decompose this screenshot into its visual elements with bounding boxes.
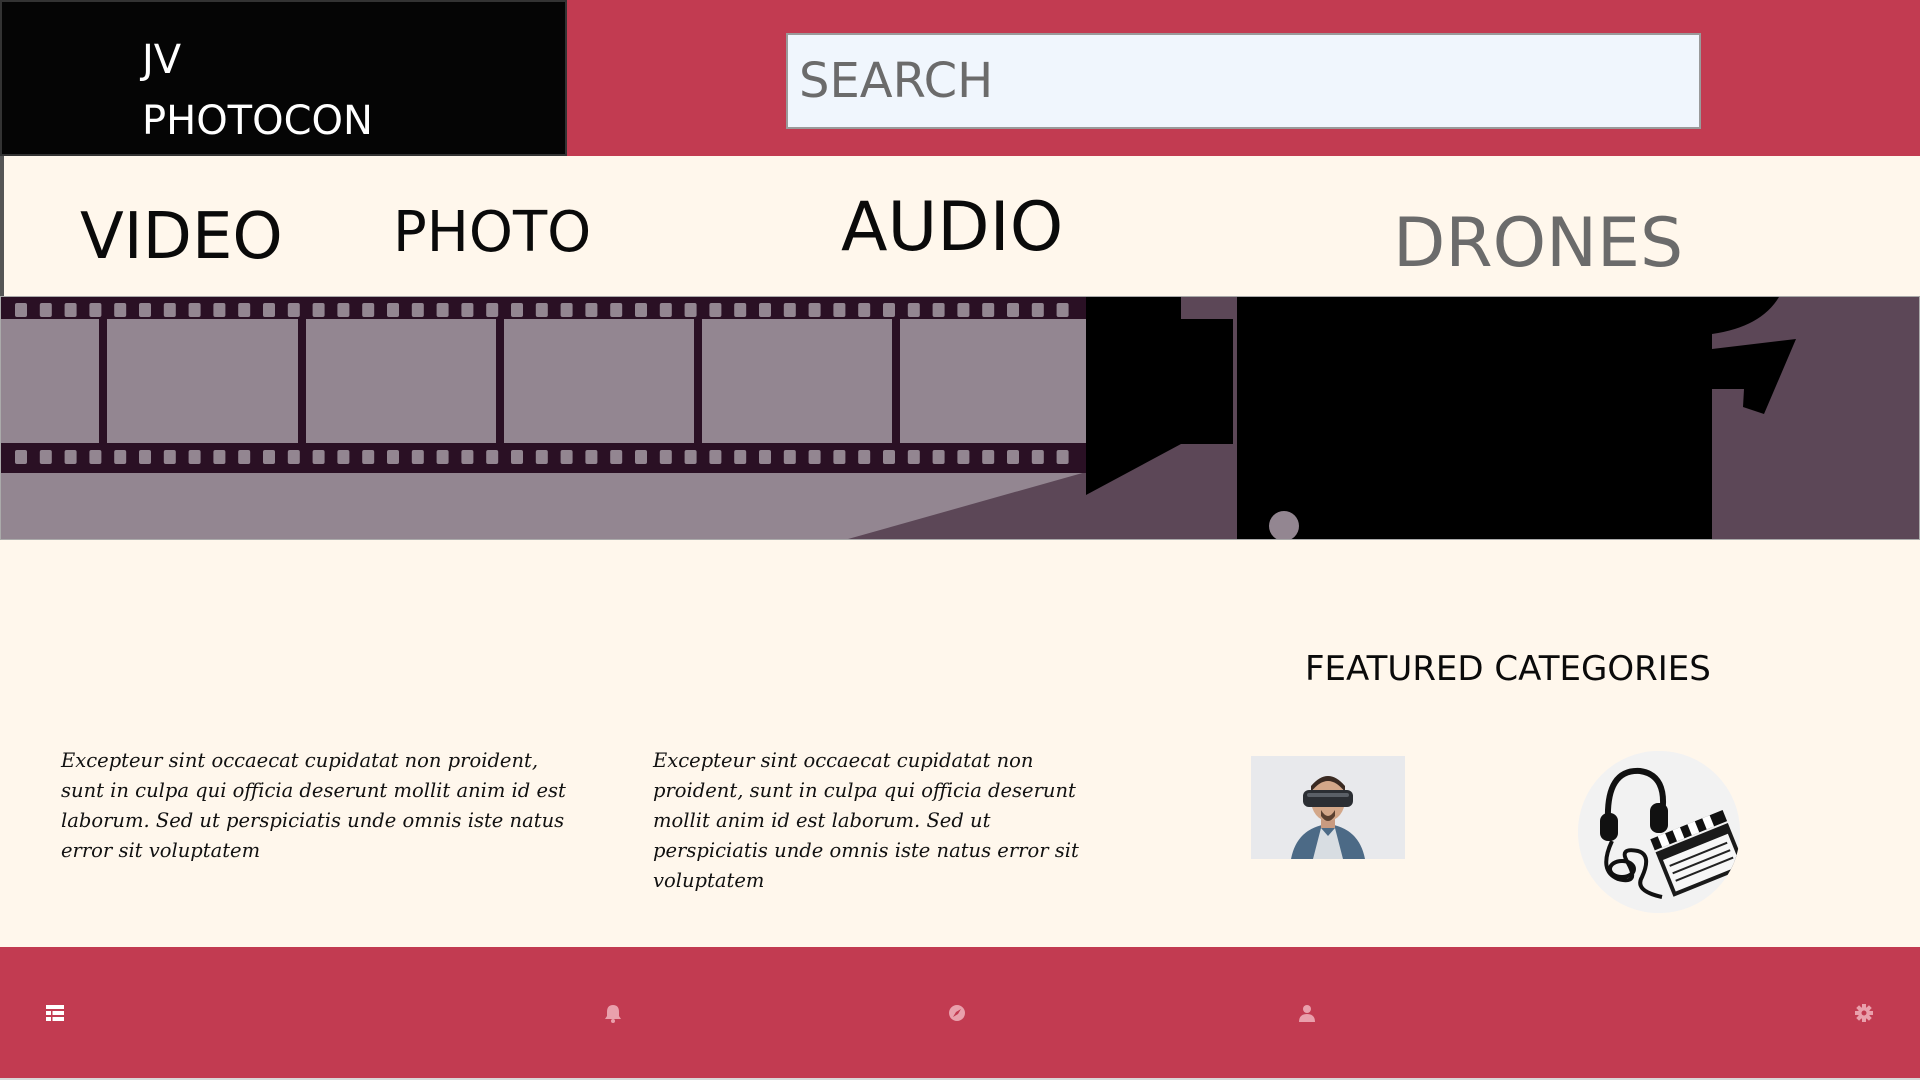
menu-icon[interactable] [44,1002,66,1024]
featured-categories-title: FEATURED CATEGORIES [1305,649,1711,689]
body-paragraph-1: Excepteur sint occaecat cupidatat non pr… [61,749,566,862]
body-paragraph-2: Excepteur sint occaecat cupidatat non pr… [653,749,1079,892]
category-nav: VIDEO PHOTO AUDIO DRONES [0,156,1920,296]
user-icon[interactable] [1296,1002,1318,1024]
gear-icon[interactable] [1853,1002,1875,1024]
brand-name-line-1: JV [142,37,182,83]
brand-name-line-2: PHOTOCON [142,98,373,144]
hero-illustration [1,297,1919,539]
hero-banner [0,296,1920,540]
bell-icon[interactable] [602,1002,624,1024]
bottom-nav-bar [0,947,1920,1080]
nav-item-photo[interactable]: PHOTO [393,200,591,265]
category-image-audio[interactable] [1578,751,1740,913]
logo[interactable]: JV PHOTOCON [0,0,567,156]
nav-item-audio[interactable]: AUDIO [841,188,1063,267]
nav-item-drones[interactable]: DRONES [1393,204,1683,283]
search-input[interactable] [786,33,1701,129]
compass-icon[interactable] [946,1002,968,1024]
nav-item-video[interactable]: VIDEO [80,200,283,274]
brand-name: JV PHOTOCON [142,30,442,152]
category-image-vr[interactable] [1251,756,1405,859]
